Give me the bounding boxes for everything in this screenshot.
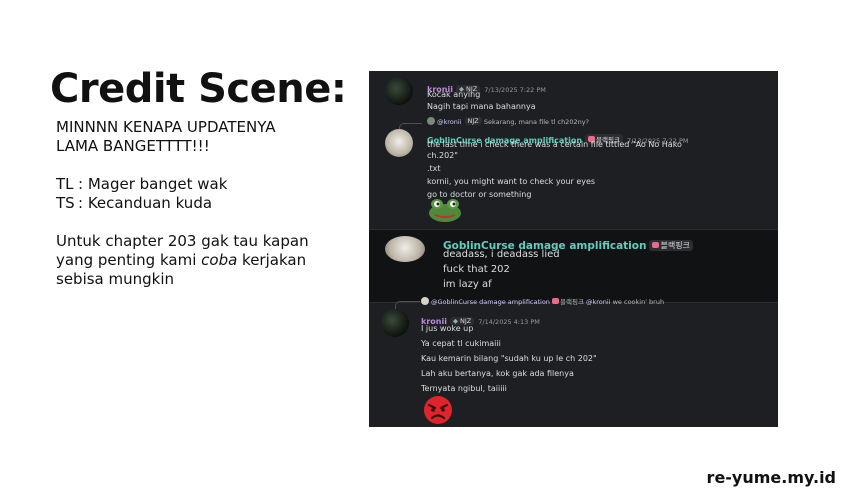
credit-scene-title: Credit Scene: (50, 66, 347, 112)
message-line: .txt (427, 164, 441, 173)
angry-face-icon (424, 396, 452, 424)
headline-line-2: LAMA BANGETTTT!!! (56, 137, 210, 155)
tl-note: TL : Mager banget wak (56, 175, 309, 194)
reply-text: Sekarang, mana file tl ch202ny? (483, 118, 590, 126)
footer-line-2-emphasis: coba (201, 251, 238, 269)
reply-preview[interactable]: @GoblinCurse damage amplification 블랙핑크 @… (421, 296, 664, 306)
message-line: Lah aku bertanya, kok gak ada filenya (421, 369, 574, 378)
reply-mention: @kronii (437, 118, 462, 126)
reply-avatar (427, 117, 435, 125)
message-line: Ternyata ngibul, taiiiii (421, 384, 507, 393)
goblin-avatar-large[interactable] (385, 236, 425, 262)
reply-mention-2: @kronii (586, 298, 611, 306)
credit-notes: MINNNN KENAPA UPDATENYA LAMA BANGETTTT!!… (56, 118, 309, 289)
reply-preview[interactable]: @kronii NJZ Sekarang, mana file tl ch202n… (427, 117, 589, 126)
tl-key: TL (56, 175, 74, 193)
goblin-avatar[interactable] (385, 129, 413, 157)
highlighted-message: GoblinCurse damage amplification 블랙핑크 dea… (369, 229, 778, 303)
headline-line-1: MINNNN KENAPA UPDATENYA (56, 118, 276, 136)
reply-text: we cookin' bruh (612, 298, 665, 306)
message-line: fuck that 202 (443, 264, 510, 275)
kronii-avatar[interactable] (381, 309, 409, 337)
footer-line-2: yang penting kami coba kerjakan (56, 251, 309, 270)
kronii-avatar[interactable] (385, 77, 413, 105)
message-line: Ya cepat tl cukimaiii (421, 339, 501, 348)
tl-value: : Mager banget wak (78, 175, 228, 193)
heart-icon (652, 242, 660, 248)
message-line: ch.202" (427, 151, 458, 160)
role-tag: 블랙핑크 (649, 240, 693, 251)
message-line: deadass, i deadass lied (443, 249, 560, 260)
reply-tag: NJZ (464, 117, 482, 125)
message-line: kornii, you might want to check your eye… (427, 177, 596, 186)
message-line: Nagih tapi mana bahannya (427, 102, 536, 111)
ts-value: : Kecanduan kuda (78, 194, 213, 212)
message-line: Kocak anying (427, 90, 481, 99)
reply-avatar (421, 297, 429, 305)
footer-line-2-pre: yang penting kami (56, 251, 202, 269)
message-line: the last time i check there was a certai… (427, 140, 682, 149)
message-line: go to doctor or something (427, 190, 532, 199)
heart-icon (552, 298, 560, 304)
discord-chat-screenshot: kronii ◆ NJZ 7/13/2025 7:22 PM Kocak anyin… (369, 71, 778, 427)
message-line: im lazy af (443, 279, 492, 290)
footer-line-1: Untuk chapter 203 gak tau kapan (56, 232, 309, 250)
message-line: I jus woke up (421, 324, 474, 333)
message-line: Kau kemarin bilang "sudah ku up le ch 20… (421, 354, 597, 363)
site-watermark: re-yume.my.id (706, 468, 836, 487)
ts-note: TS : Kecanduan kuda (56, 194, 309, 213)
footer-line-2-post: kerjakan (237, 251, 307, 269)
ts-key: TS (56, 194, 75, 212)
frog-sticker-icon (429, 199, 461, 222)
reply-tag: 블랙핑크 (560, 298, 584, 306)
footer-line-3: sebisa mungkin (56, 270, 175, 288)
reply-mention: @GoblinCurse damage amplification (431, 298, 550, 306)
